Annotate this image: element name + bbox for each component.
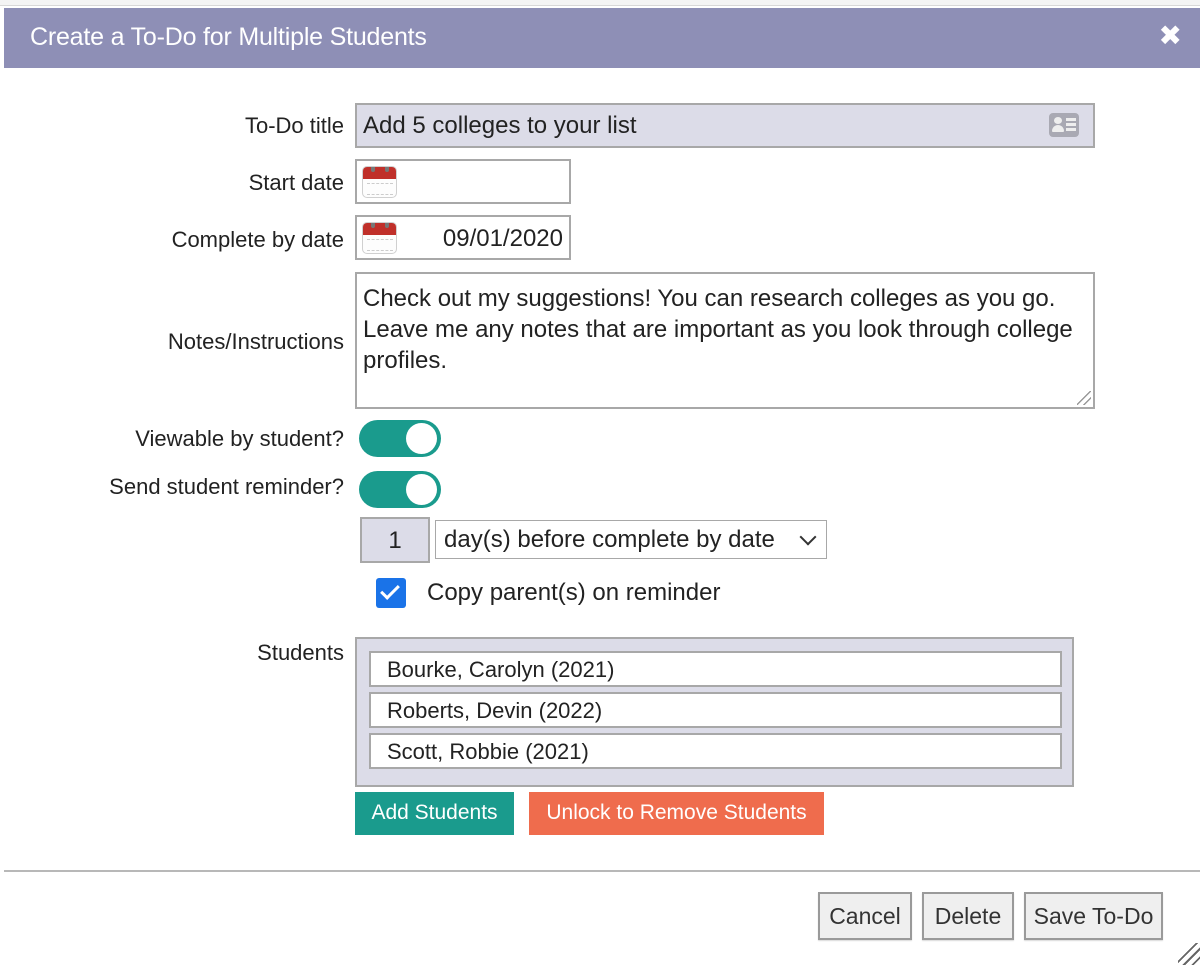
list-item[interactable]: Bourke, Carolyn (2021) bbox=[369, 651, 1062, 687]
toggle-knob bbox=[406, 474, 437, 505]
copy-parents-checkbox[interactable] bbox=[376, 578, 406, 608]
copy-parents-label: Copy parent(s) on reminder bbox=[427, 579, 721, 606]
chevron-down-icon bbox=[799, 528, 817, 546]
footer-divider bbox=[4, 870, 1200, 872]
notes-label: Notes/Instructions bbox=[167, 329, 344, 354]
notes-textarea[interactable]: Check out my suggestions! You can resear… bbox=[355, 272, 1095, 409]
toggle-knob bbox=[406, 423, 437, 454]
complete-by-value: 09/01/2020 bbox=[442, 225, 563, 252]
calendar-icon[interactable] bbox=[362, 166, 397, 198]
complete-by-input[interactable]: 09/01/2020 bbox=[355, 215, 571, 260]
notes-value: Check out my suggestions! You can resear… bbox=[363, 285, 1073, 374]
close-icon[interactable]: ✖ bbox=[1159, 21, 1182, 51]
viewable-label: Viewable by student? bbox=[135, 426, 344, 451]
list-item[interactable]: Scott, Robbie (2021) bbox=[369, 733, 1062, 769]
dialog-titlebar: Create a To-Do for Multiple Students ✖ bbox=[4, 8, 1200, 68]
start-date-input[interactable] bbox=[355, 159, 571, 204]
viewable-toggle[interactable] bbox=[359, 420, 441, 457]
save-todo-button[interactable]: Save To-Do bbox=[1024, 892, 1163, 940]
students-label: Students bbox=[257, 640, 344, 665]
todo-dialog: Create a To-Do for Multiple Students ✖ T… bbox=[0, 0, 1200, 965]
add-students-button[interactable]: Add Students bbox=[355, 792, 514, 835]
unlock-remove-students-button[interactable]: Unlock to Remove Students bbox=[529, 792, 824, 835]
todo-title-label: To-Do title bbox=[244, 113, 344, 138]
students-list: Bourke, Carolyn (2021) Roberts, Devin (2… bbox=[355, 637, 1074, 787]
reminder-days-input[interactable]: 1 bbox=[360, 517, 430, 563]
todo-title-input[interactable]: Add 5 colleges to your list bbox=[355, 103, 1095, 148]
reminder-toggle[interactable] bbox=[359, 471, 441, 508]
resize-grip-icon[interactable] bbox=[1077, 391, 1091, 405]
delete-button[interactable]: Delete bbox=[922, 892, 1014, 940]
list-item[interactable]: Roberts, Devin (2022) bbox=[369, 692, 1062, 728]
cancel-button[interactable]: Cancel bbox=[818, 892, 912, 940]
todo-title-value: Add 5 colleges to your list bbox=[363, 112, 637, 139]
calendar-icon[interactable] bbox=[362, 222, 397, 254]
window-resize-icon[interactable] bbox=[1178, 943, 1200, 965]
contact-card-icon[interactable] bbox=[1049, 113, 1079, 137]
complete-by-label: Complete by date bbox=[171, 227, 344, 252]
window-top-border bbox=[0, 0, 1200, 6]
checkmark-icon bbox=[380, 580, 400, 600]
reminder-timing-select[interactable]: day(s) before complete by date bbox=[435, 520, 827, 559]
reminder-timing-value: day(s) before complete by date bbox=[444, 526, 775, 553]
start-date-label: Start date bbox=[248, 170, 344, 195]
dialog-title: Create a To-Do for Multiple Students bbox=[30, 23, 427, 51]
reminder-label: Send student reminder? bbox=[109, 474, 344, 499]
